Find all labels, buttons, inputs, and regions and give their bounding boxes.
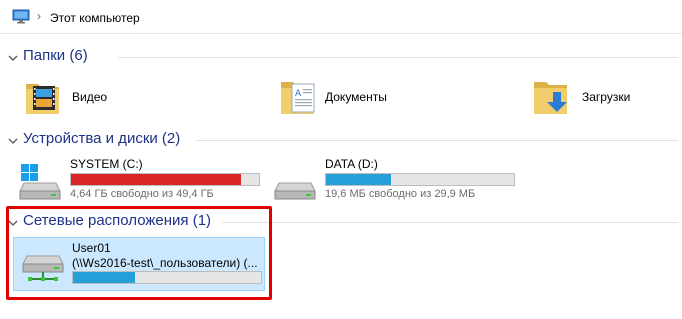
section-header-drives[interactable]: Устройства и диски (2) (8, 130, 682, 150)
svg-text:A: A (295, 89, 302, 99)
computer-icon (12, 9, 30, 29)
drive-free-space: 4,64 ГБ свободно из 49,4 ГБ (70, 188, 214, 200)
windows-drive-icon (18, 163, 62, 206)
breadcrumb-separator[interactable]: › (37, 9, 41, 23)
section-divider (118, 57, 678, 58)
documents-folder-icon: A (279, 76, 323, 123)
video-folder-icon (22, 76, 66, 123)
folder-item-downloads[interactable]: Загрузки (532, 76, 672, 120)
folder-label: Видео (72, 90, 108, 104)
drive-icon (273, 163, 317, 206)
drive-usage-fill (326, 174, 391, 185)
highlight-box (6, 206, 272, 300)
section-header-folders[interactable]: Папки (6) (8, 47, 682, 67)
drive-usage-bar (70, 173, 260, 186)
section-divider (222, 222, 678, 223)
section-title: Папки (6) (23, 47, 88, 64)
address-bar[interactable]: › Этот компьютер (0, 0, 682, 34)
drive-label: DATA (D:) (325, 157, 378, 171)
drive-usage-bar (325, 173, 515, 186)
drive-item-system[interactable]: SYSTEM (C:) 4,64 ГБ свободно из 49,4 ГБ (18, 157, 268, 203)
chevron-down-icon[interactable] (8, 50, 18, 68)
chevron-down-icon[interactable] (8, 133, 18, 151)
section-divider (196, 140, 678, 141)
drive-usage-fill (71, 174, 242, 185)
breadcrumb-this-pc[interactable]: Этот компьютер (50, 11, 140, 25)
folder-item-documents[interactable]: A Документы (279, 76, 419, 120)
drive-item-data[interactable]: DATA (D:) 19,6 МБ свободно из 29,9 МБ (273, 157, 523, 203)
drive-free-space: 19,6 МБ свободно из 29,9 МБ (325, 188, 476, 200)
downloads-folder-icon (532, 76, 576, 123)
folder-label: Загрузки (582, 90, 631, 104)
folder-item-video[interactable]: Видео (22, 76, 142, 120)
drive-label: SYSTEM (C:) (70, 157, 143, 171)
section-title: Устройства и диски (2) (23, 130, 181, 147)
folder-label: Документы (325, 90, 387, 104)
